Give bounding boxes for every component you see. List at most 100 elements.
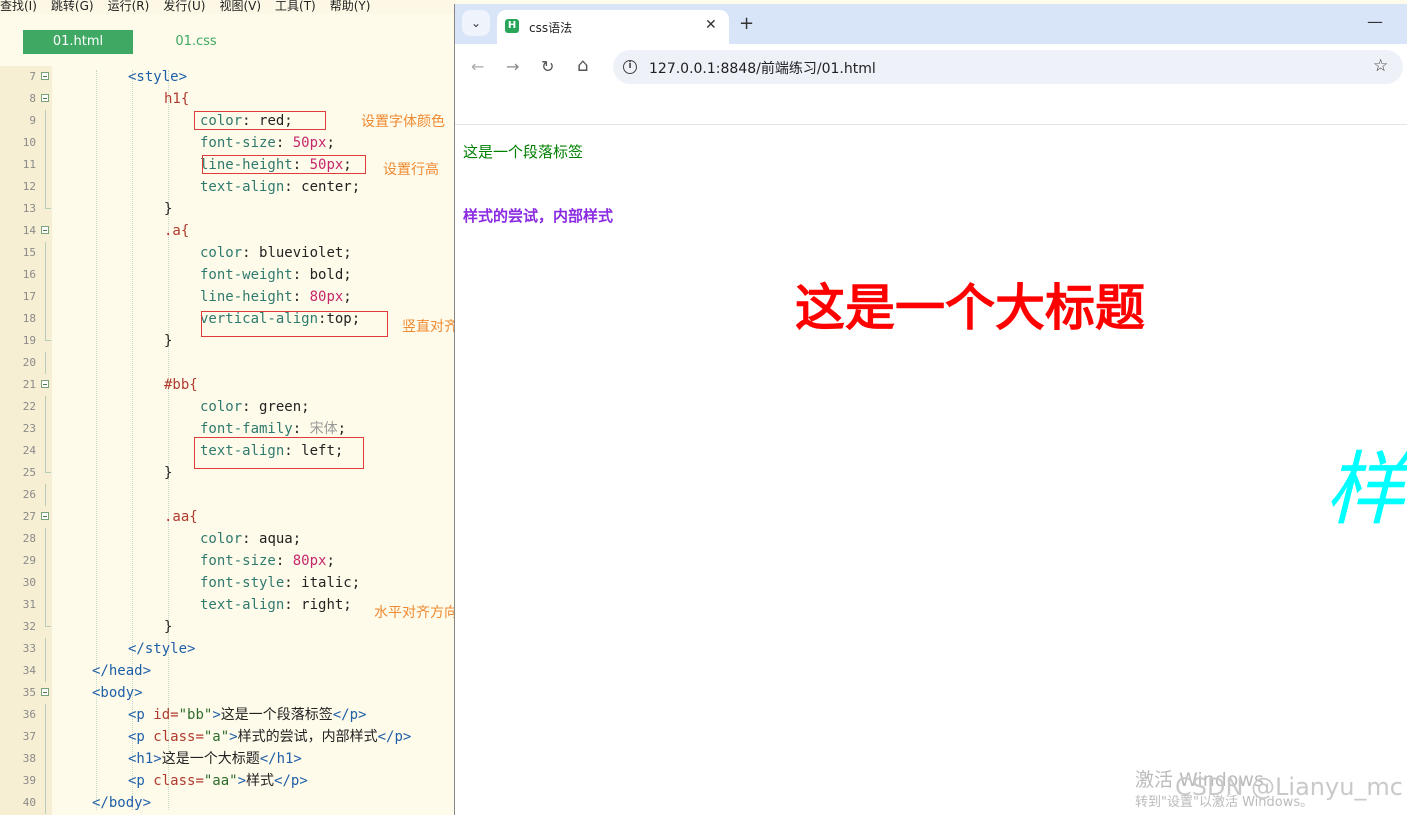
gutter-row: 20 — [0, 352, 52, 374]
code-token: 50 — [292, 135, 310, 151]
code-token: : — [275, 135, 293, 151]
line-number: 29 — [22, 554, 36, 567]
fold-toggle-icon[interactable] — [41, 72, 49, 80]
code-token: <p — [128, 773, 154, 789]
fold-toggle-icon[interactable] — [41, 512, 49, 520]
browser-titlebar: ⌄ H css语法 ✕ + — — [455, 4, 1407, 44]
gutter-row: 33 — [0, 638, 52, 660]
code-token: font-style — [200, 575, 285, 591]
minimize-icon[interactable]: — — [1367, 12, 1383, 31]
back-icon[interactable]: ← — [471, 57, 484, 76]
fold-guide-icon — [45, 638, 46, 660]
home-icon[interactable]: ⌂ — [577, 55, 588, 76]
csdn-watermark: CSDN @Lianyu_mc — [1175, 773, 1403, 801]
browser-tab[interactable]: H css语法 ✕ — [497, 10, 729, 44]
editor-tab-01-css[interactable]: 01.css — [150, 30, 242, 54]
code-line-22: color: green; — [0, 396, 456, 418]
line-number: 26 — [22, 488, 36, 501]
highlight-box — [194, 111, 326, 130]
fold-toggle-icon[interactable] — [41, 226, 49, 234]
new-tab-icon[interactable]: + — [739, 13, 754, 34]
fold-guide-icon — [45, 550, 46, 572]
browser-tab-title: css语法 — [529, 21, 573, 35]
code-token: : bold; — [292, 267, 352, 283]
code-token: > — [237, 773, 247, 789]
highlight-box — [202, 155, 366, 174]
fold-toggle-icon[interactable] — [41, 380, 49, 388]
code-token: 80 — [309, 289, 327, 305]
url-text[interactable]: 127.0.0.1:8848/前端练习/01.html — [649, 58, 876, 78]
menu-publish[interactable]: 发行(U) — [163, 0, 205, 12]
gutter-row: 28 — [0, 528, 52, 550]
code-token: ; — [337, 421, 347, 437]
menu-goto[interactable]: 跳转(G) — [51, 0, 94, 12]
line-number: 25 — [22, 466, 36, 479]
code-token: 这是一个段落标签 — [220, 707, 333, 723]
menubar: 查找(I) 跳转(G) 运行(R) 发行(U) 视图(V) 工具(T) 帮助(Y) — [0, 0, 456, 14]
gutter-row: 26 — [0, 484, 52, 506]
line-number: 39 — [22, 774, 36, 787]
gutter-row: 39 — [0, 770, 52, 792]
fold-guide-icon — [45, 308, 46, 330]
code-token: <p — [128, 729, 154, 745]
fold-toggle-icon[interactable] — [41, 688, 49, 696]
code-line-27: .aa{ — [0, 506, 456, 528]
code-token: : — [275, 553, 293, 569]
line-number: 9 — [29, 114, 36, 127]
fold-guide-icon — [45, 528, 46, 550]
menu-run[interactable]: 运行(R) — [108, 0, 150, 12]
gutter-row: 40 — [0, 792, 52, 814]
tab-search-icon[interactable]: ⌄ — [462, 10, 490, 36]
address-bar[interactable]: i 127.0.0.1:8848/前端练习/01.html ☆ — [613, 50, 1403, 84]
code-token: </h1> — [259, 751, 302, 767]
gutter-row: 38 — [0, 748, 52, 770]
menu-find[interactable]: 查找(I) — [0, 0, 37, 12]
code-line-35: <body> — [0, 682, 456, 704]
code-token: > — [212, 707, 221, 723]
forward-icon[interactable]: → — [506, 57, 519, 76]
fold-guide-icon — [45, 132, 46, 154]
fold-guide-icon — [45, 660, 46, 682]
gutter-row: 27 — [0, 506, 52, 528]
menu-help[interactable]: 帮助(Y) — [330, 0, 371, 12]
code-line-37: <p class="a">样式的尝试，内部样式</p> — [0, 726, 456, 748]
gutter-row: 35 — [0, 682, 52, 704]
fold-toggle-icon[interactable] — [41, 94, 49, 102]
star-icon[interactable]: ☆ — [1373, 56, 1388, 76]
code-token: : italic; — [284, 575, 361, 591]
line-number: 23 — [22, 422, 36, 435]
line-number: 36 — [22, 708, 36, 721]
gutter-row: 17 — [0, 286, 52, 308]
code-token: </style> — [128, 641, 196, 657]
line-number: 38 — [22, 752, 36, 765]
fold-guide-icon — [45, 242, 46, 264]
info-icon[interactable]: i — [623, 60, 637, 74]
close-icon[interactable]: ✕ — [705, 17, 717, 33]
fold-guide-icon — [45, 396, 46, 418]
editor-tab-01-html[interactable]: 01.html — [23, 30, 133, 54]
code-token: "aa" — [203, 773, 238, 789]
gutter-row: 18 — [0, 308, 52, 330]
reload-icon[interactable]: ↻ — [541, 57, 554, 76]
code-token: class= — [153, 729, 204, 745]
line-number: 28 — [22, 532, 36, 545]
editor-tabs: 01.html 01.css — [0, 30, 456, 56]
code-token: color — [200, 531, 243, 547]
gutter-row: 7 — [0, 66, 52, 88]
code-token: class= — [153, 773, 204, 789]
gutter-row: 15 — [0, 242, 52, 264]
code-token: <style> — [128, 69, 188, 85]
code-token: 样式的尝试，内部样式 — [237, 729, 378, 745]
code-line-15: color: blueviolet; — [0, 242, 456, 264]
code-token: } — [164, 465, 173, 481]
menu-view[interactable]: 视图(V) — [219, 0, 261, 12]
line-number: 21 — [22, 378, 36, 391]
line-number: 31 — [22, 598, 36, 611]
line-number: 13 — [22, 202, 36, 215]
code-token: <body> — [92, 685, 143, 701]
code-token: } — [164, 201, 173, 217]
menu-tools[interactable]: 工具(T) — [275, 0, 316, 12]
code-token: <p — [128, 707, 154, 723]
line-number: 10 — [22, 136, 36, 149]
gutter-row: 21 — [0, 374, 52, 396]
